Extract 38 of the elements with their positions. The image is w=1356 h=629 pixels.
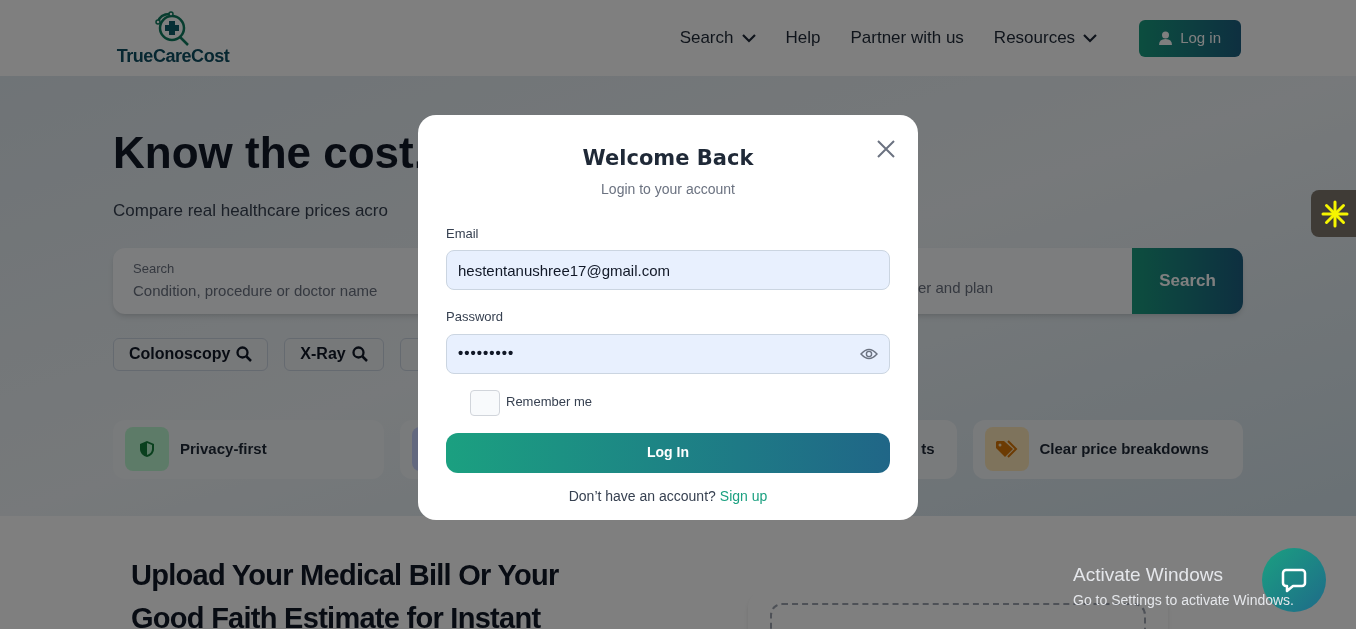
password-field[interactable]: ••••••••• (446, 333, 890, 374)
section-heading: Upload Your Medical Bill Or Your (131, 558, 560, 593)
nav-link[interactable]: Search (679, 25, 756, 51)
user-icon (1159, 31, 1173, 45)
hero-subtitle: Compare real healthcare prices acro (113, 200, 388, 222)
side-widget[interactable] (1311, 190, 1356, 237)
section-heading: Good Faith Estimate for Instant (131, 601, 542, 629)
asterisk-icon (1321, 199, 1349, 228)
feature-label: ts (921, 438, 935, 459)
nav-link[interactable]: Partner with us (850, 25, 964, 51)
search-icon (351, 346, 368, 362)
field-label: Password (446, 308, 505, 326)
search-chip[interactable]: X-Ray (284, 337, 384, 371)
nav-link[interactable]: Resources (993, 25, 1098, 51)
login-button[interactable]: Log in (1139, 19, 1241, 57)
dialog-subtitle: Login to your account (600, 179, 736, 199)
checkbox-label: Remember me (506, 392, 592, 411)
search-chip[interactable]: Colonoscopy (113, 337, 269, 371)
search-icon (236, 346, 253, 362)
eye-icon[interactable] (860, 346, 878, 361)
search-button[interactable]: Search (1132, 247, 1243, 314)
hero-heading: Know the cost. (113, 131, 426, 175)
nav-link[interactable]: Help (785, 25, 821, 51)
dialog-title: Welcome Back (581, 145, 755, 172)
feature-label: Clear price breakdowns (1039, 438, 1209, 459)
tag-icon (994, 440, 1019, 458)
feature-label: Privacy-first (180, 438, 267, 459)
login-button[interactable]: Log In (446, 432, 890, 473)
signup-link[interactable]: Sign up (719, 485, 768, 507)
remember-checkbox[interactable] (470, 389, 500, 416)
field-label: Email (446, 224, 480, 243)
close-icon[interactable] (877, 140, 895, 158)
signup-prompt: Don’t have an account? (568, 486, 716, 506)
email-field[interactable]: hestentanushree17@gmail.com (446, 250, 890, 290)
activation-title: Activate Windows (1073, 563, 1224, 587)
chat-icon (1281, 567, 1307, 593)
logo-text: TrueCareCost (116, 47, 230, 65)
shield-icon (139, 440, 155, 458)
